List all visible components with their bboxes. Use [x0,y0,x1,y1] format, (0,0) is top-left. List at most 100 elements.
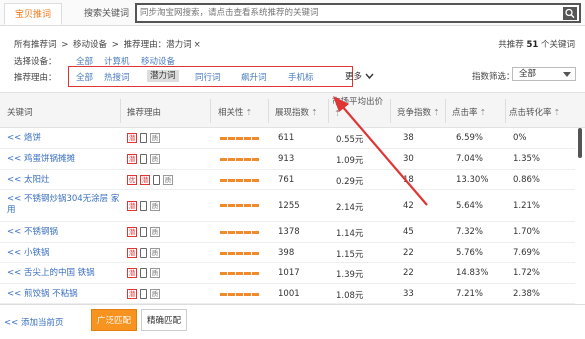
reason-badges: 潜质 [127,154,160,164]
col-avg-price[interactable]: 市场平均出价 ⇡ [332,97,384,120]
sort-icon: ⇡ [433,108,440,117]
breadcrumb-device[interactable]: 移动设备 [73,40,107,50]
relevance-segment [236,252,243,255]
breadcrumb-close[interactable]: × [194,40,201,50]
col-ctr[interactable]: 点击率 ⇡ [452,106,486,118]
relevance-bar [220,158,259,161]
exact-match-button[interactable]: 精确匹配 [141,309,187,331]
col-cvr-label: 点击转化率 [509,108,552,118]
reason-option-potential[interactable]: 潜力词 [147,70,179,82]
reason-option-hot[interactable]: 热搜词 [104,71,130,83]
relevance-segment [252,272,259,275]
relevance-segment [244,272,251,275]
keyword-add-link[interactable]: << 太阳灶 [7,175,119,186]
col-relevance[interactable]: 相关性 ⇡ [218,106,252,118]
keyword-add-link[interactable]: << 煎饺锅 不粘锅 [7,289,119,300]
keyword-text: 太阳灶 [23,175,50,185]
relevance-segment [252,137,259,140]
reason-option-peer[interactable]: 同行词 [195,71,221,83]
relevance-segment [220,272,227,275]
keyword-add-link[interactable]: << 小铁锅 [7,248,119,259]
relevance-segment [220,231,227,234]
tab-item-recommend[interactable]: 宝贝推词 [4,3,63,25]
impressions-cell: 611 [278,133,295,143]
col-impressions[interactable]: 展现指数 ⇡ [275,106,318,118]
mobile-icon [140,268,147,278]
keyword-add-link[interactable]: << 烙饼 [7,133,119,144]
competition-cell: 18 [403,175,414,185]
keyword-add-link[interactable]: << 鸡蛋饼锅摊摊 [7,154,119,165]
reason-badges: 潜质 [127,289,160,299]
reason-badge: 质 [150,248,160,258]
relevance-segment [244,204,251,207]
relevance-segment [220,204,227,207]
col-competition[interactable]: 竞争指数 ⇡ [397,106,440,118]
cvr-cell: 2.38% [513,289,541,299]
breadcrumb-separator: > [111,40,119,50]
mobile-icon [140,248,147,258]
table-scrollbar[interactable] [577,128,583,300]
add-keyword-arrow: << [7,268,22,278]
col-avg-price-label: 市场平均出价 [332,97,384,107]
sort-icon: ⇡ [245,108,253,117]
broad-match-button[interactable]: 广泛匹配 [91,309,137,331]
keyword-add-link[interactable]: << 不锈钢炒锅304无涂层 家用 [7,194,125,216]
search-input[interactable] [137,5,557,21]
metric-filter-select[interactable]: 全部 [512,67,576,81]
relevance-bar [220,293,259,296]
reason-badges: 潜质 [127,133,160,143]
keyword-add-link[interactable]: << 舌尖上的中国 铁锅 [7,268,119,279]
reason-badge: 优 [127,175,137,185]
keyword-text: 鸡蛋饼锅摊摊 [23,154,75,164]
reason-badges: 潜质 [127,201,160,211]
more-dropdown[interactable]: 更多 [345,70,374,82]
reason-badges: 优潜 质 [127,175,173,185]
competition-cell: 38 [403,133,414,143]
column-divider [120,99,121,123]
breadcrumb: 所有推荐词 > 移动设备 > 推荐理由：潜力词 × [14,38,203,50]
tab-search-keywords[interactable]: 搜索关键词 [74,3,139,25]
reason-badge: 潜 [127,227,137,237]
reason-option-rising[interactable]: 飙升词 [241,71,267,83]
breadcrumb-root[interactable]: 所有推荐词 [14,40,57,50]
col-cvr[interactable]: 点击转化率 ⇡ [509,106,560,118]
reason-filter-label: 推荐理由： [14,73,57,83]
reason-badge: 潜 [127,248,137,258]
relevance-segment [228,204,235,207]
top-bar: 宝贝推词 搜索关键词 [0,0,585,26]
dropdown-arrow-icon [563,72,571,77]
relevance-segment [228,272,235,275]
relevance-segment [228,231,235,234]
scroll-thumb[interactable] [578,128,582,158]
avg-price-cell: 1.08元 [336,291,364,301]
impressions-cell: 1255 [278,201,300,211]
reason-badge: 质 [150,289,160,299]
avg-price-cell: 0.55元 [336,135,364,145]
add-keyword-arrow: << [7,289,22,299]
cvr-cell: 1.21% [513,201,541,211]
competition-cell: 42 [403,201,414,211]
search-icon[interactable] [563,7,577,20]
column-divider [390,99,391,123]
table-row: << 煎饺锅 不粘锅潜质 1001 1.08元 33 7.21% 2.38% [0,284,575,304]
col-impressions-label: 展现指数 [275,108,310,118]
relevance-segment [236,272,243,275]
keyword-text: 不锈钢炒锅304无涂层 家用 [7,194,120,215]
col-relevance-label: 相关性 [218,108,244,118]
keyword-text: 煎饺锅 不粘锅 [23,289,78,299]
relevance-segment [244,137,251,140]
reason-badges: 潜质 [127,248,160,258]
mobile-icon [140,289,147,299]
mobile-icon [140,133,147,143]
relevance-bar [220,252,259,255]
add-current-page-link[interactable]: << 添加当前页 [4,316,63,328]
reason-option-mobile[interactable]: 手机标 [288,71,314,83]
table-row: << 舌尖上的中国 铁锅潜质 1017 1.39元 22 14.83% 1.72% [0,263,575,284]
mobile-icon [140,227,147,237]
cvr-cell: 1.70% [513,227,541,237]
keyword-add-link[interactable]: << 不锈钢锅 [7,227,119,238]
cvr-cell: 1.35% [513,154,541,164]
reason-badge: 潜 [127,201,137,211]
reason-option-all[interactable]: 全部 [76,71,93,83]
col-reason-label: 推荐理由 [127,108,162,118]
